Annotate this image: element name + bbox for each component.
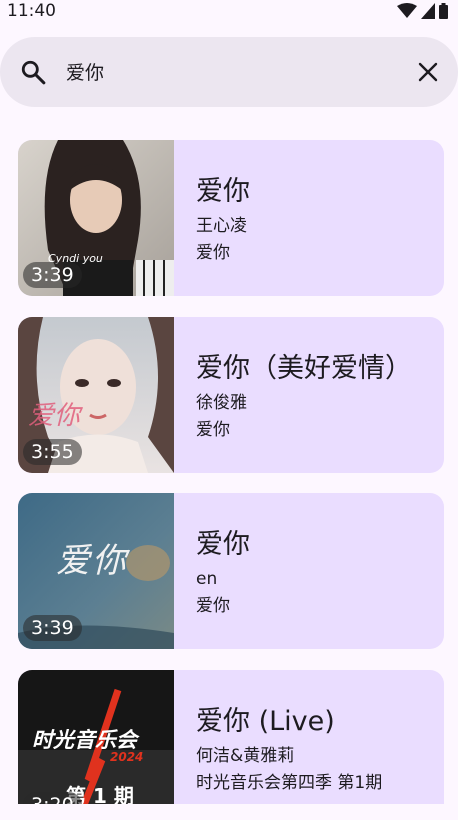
song-artist: 王心凌: [196, 216, 247, 236]
song-album: 爱你: [196, 596, 230, 616]
duration-badge: 3:39: [23, 615, 82, 641]
album-art: Cyndi you 3:39: [18, 140, 174, 296]
album-art: 时光音乐会 2024 第 1 期 3:20: [18, 670, 174, 804]
search-input[interactable]: [64, 55, 388, 91]
search-icon[interactable]: [20, 59, 46, 85]
album-art-year: 2024: [110, 750, 144, 764]
album-art: 爱你 3:39: [18, 493, 174, 649]
clear-icon[interactable]: [417, 61, 439, 83]
song-artist: en: [196, 569, 218, 589]
status-icons: [397, 3, 448, 19]
status-bar: 11:40: [0, 0, 458, 24]
result-card[interactable]: 爱你 3:55 爱你（美好爱情） 徐俊雅 爱你: [18, 317, 444, 473]
album-art: 爱你 3:55: [18, 317, 174, 473]
album-art-text: 爱你: [56, 541, 128, 581]
song-info: 爱你 (Live) 何洁&黄雅莉 时光音乐会第四季 第1期: [196, 670, 436, 804]
duration-badge: 3:20: [23, 792, 82, 804]
duration-badge: 3:55: [23, 439, 82, 465]
signal-icon: [421, 3, 435, 19]
result-card[interactable]: 时光音乐会 2024 第 1 期 3:20 爱你 (Live) 何洁&黄雅莉 时…: [18, 670, 444, 804]
song-album: 爱你: [196, 420, 230, 440]
result-card[interactable]: 爱你 3:39 爱你 en 爱你: [18, 493, 444, 649]
song-info: 爱你 en 爱你: [196, 493, 436, 649]
song-title: 爱你 (Live): [196, 706, 335, 737]
song-title: 爱你: [196, 529, 250, 560]
song-title: 爱你（美好爱情）: [196, 353, 412, 384]
search-bar[interactable]: [0, 37, 458, 107]
wifi-icon: [397, 3, 417, 18]
battery-icon: [439, 3, 448, 19]
song-album: 时光音乐会第四季 第1期: [196, 773, 383, 793]
album-art-text: 爱你: [28, 401, 81, 431]
song-title: 爱你: [196, 176, 250, 207]
status-time: 11:40: [7, 1, 56, 21]
song-info: 爱你 王心凌 爱你: [196, 140, 436, 296]
song-artist: 何洁&黄雅莉: [196, 746, 295, 766]
results-list: Cyndi you 3:39 爱你 王心凌 爱你 爱你 3:55 爱你（美好爱情…: [18, 140, 444, 804]
result-card[interactable]: Cyndi you 3:39 爱你 王心凌 爱你: [18, 140, 444, 296]
song-artist: 徐俊雅: [196, 393, 247, 413]
song-info: 爱你（美好爱情） 徐俊雅 爱你: [196, 317, 436, 473]
song-album: 爱你: [196, 243, 230, 263]
duration-badge: 3:39: [23, 262, 82, 288]
